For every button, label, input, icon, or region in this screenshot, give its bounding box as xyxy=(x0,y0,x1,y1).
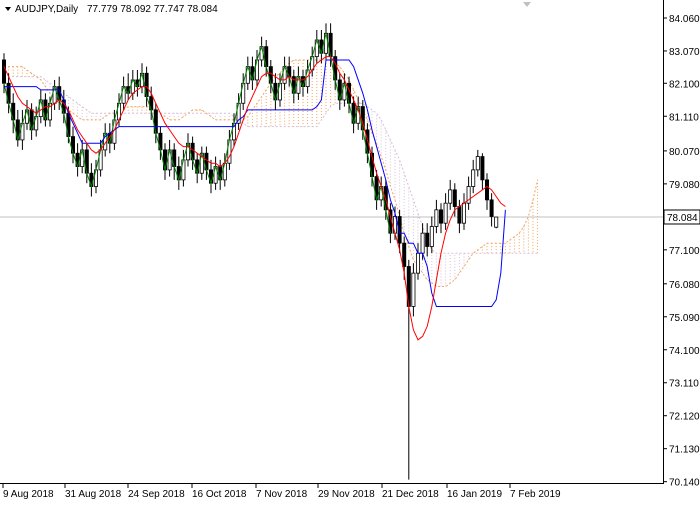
candle-body xyxy=(494,216,499,228)
candle-body xyxy=(438,209,443,224)
candle-body xyxy=(443,202,448,224)
y-tick-label: 79.080 xyxy=(669,180,700,191)
ohlc-label: 77.779 78.092 77.747 78.084 xyxy=(87,4,218,15)
x-tick-label: 29 Nov 2018 xyxy=(318,489,375,500)
candle-body xyxy=(2,59,7,84)
senkou-span-a-line xyxy=(4,59,539,287)
y-tick-label: 74.100 xyxy=(669,346,700,357)
triangle-down-icon[interactable] xyxy=(5,7,11,11)
y-tick-label: 71.130 xyxy=(669,445,700,456)
candle-body xyxy=(429,226,434,247)
symbol-label: AUDJPY,Daily xyxy=(15,4,78,15)
candle-body xyxy=(457,206,462,224)
tenkan-sen-line xyxy=(3,56,506,341)
chart-canvas[interactable]: 84.060 83.070 82.100 81.110 80.070 79.080 77.1… xyxy=(0,0,700,503)
kijun-sen-line xyxy=(4,59,506,307)
y-tick-label: 72.120 xyxy=(669,412,700,423)
candle-body xyxy=(480,156,485,181)
y-tick-label: 76.080 xyxy=(669,280,700,291)
indicator-lines xyxy=(3,33,506,341)
price-marker-label: 78.084 xyxy=(667,213,698,224)
time-axis[interactable]: 9 Aug 2018 31 Aug 2018 24 Sep 2018 16 Oct 2… xyxy=(2,483,561,500)
candle-body xyxy=(434,209,439,227)
candle-body xyxy=(425,232,430,247)
ichimoku-cloud xyxy=(3,59,539,287)
candle-body xyxy=(471,169,476,187)
candle-body xyxy=(484,179,489,201)
x-tick-label: 9 Aug 2018 xyxy=(3,489,54,500)
chart-header: AUDJPY,Daily 77.779 78.092 77.747 78.084 xyxy=(5,4,218,15)
y-tick-label: 84.060 xyxy=(669,14,700,25)
chart-window[interactable]: 84.060 83.070 82.100 81.110 80.070 79.080 77.1… xyxy=(0,0,700,503)
y-tick-label: 70.140 xyxy=(669,478,700,489)
candle-body xyxy=(461,202,466,224)
x-tick-label: 7 Feb 2019 xyxy=(510,489,561,500)
candle-body xyxy=(489,199,494,217)
candle-body xyxy=(402,242,407,267)
y-tick-label: 82.100 xyxy=(669,79,700,90)
x-tick-label: 16 Jan 2019 xyxy=(447,489,502,500)
y-tick-label: 80.070 xyxy=(669,147,700,158)
x-tick-label: 24 Sep 2018 xyxy=(128,489,185,500)
y-tick-label: 75.090 xyxy=(669,313,700,324)
shift-marker-icon[interactable] xyxy=(523,2,531,7)
y-tick-label: 81.110 xyxy=(669,112,699,123)
candle-body xyxy=(475,156,480,171)
y-tick-label: 83.070 xyxy=(669,47,700,58)
price-marker: 78.084 xyxy=(663,209,700,225)
price-axis[interactable]: 84.060 83.070 82.100 81.110 80.070 79.080 77.1… xyxy=(663,14,700,489)
x-tick-label: 21 Dec 2018 xyxy=(382,489,439,500)
x-tick-label: 16 Oct 2018 xyxy=(192,489,247,500)
y-tick-label: 77.100 xyxy=(669,246,700,257)
candle-body xyxy=(420,232,425,254)
candle-body xyxy=(448,189,453,204)
x-tick-label: 31 Aug 2018 xyxy=(65,489,122,500)
chikou-span-line xyxy=(3,33,391,234)
y-tick-label: 73.110 xyxy=(669,379,699,390)
candle-body xyxy=(415,252,420,274)
candle-body xyxy=(411,272,416,307)
price-candles xyxy=(2,23,499,480)
x-tick-label: 7 Nov 2018 xyxy=(256,489,308,500)
candle-body xyxy=(452,189,457,207)
